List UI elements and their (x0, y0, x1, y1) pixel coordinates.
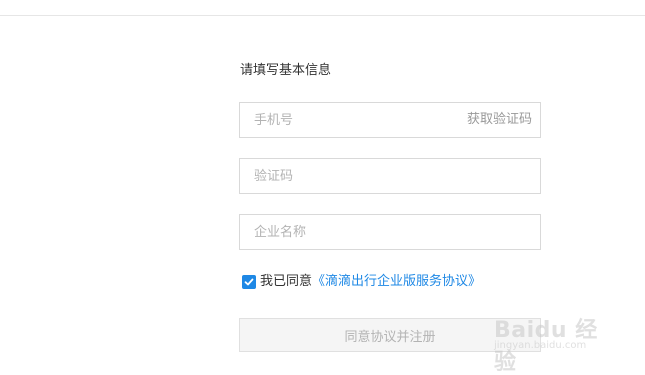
code-field (239, 158, 541, 194)
phone-field: 获取验证码 (239, 102, 541, 138)
company-name-input[interactable] (240, 215, 454, 249)
register-button[interactable]: 同意协议并注册 (239, 318, 541, 352)
form-title: 请填写基本信息 (240, 63, 332, 78)
registration-page: 请填写基本信息 获取验证码 我已同意 《滴滴出行企业版服务协议》 同意协议并注册… (0, 0, 645, 375)
header-divider (0, 15, 645, 16)
company-field (239, 214, 541, 250)
checkmark-icon (244, 278, 254, 286)
agree-checkbox[interactable] (242, 275, 256, 289)
get-code-button[interactable]: 获取验证码 (467, 103, 532, 137)
phone-input[interactable] (240, 103, 454, 137)
agree-label: 我已同意 (260, 274, 313, 289)
service-agreement-link[interactable]: 《滴滴出行企业版服务协议》 (312, 273, 481, 291)
agreement-row: 我已同意 《滴滴出行企业版服务协议》 (242, 273, 481, 291)
verification-code-input[interactable] (240, 159, 454, 193)
